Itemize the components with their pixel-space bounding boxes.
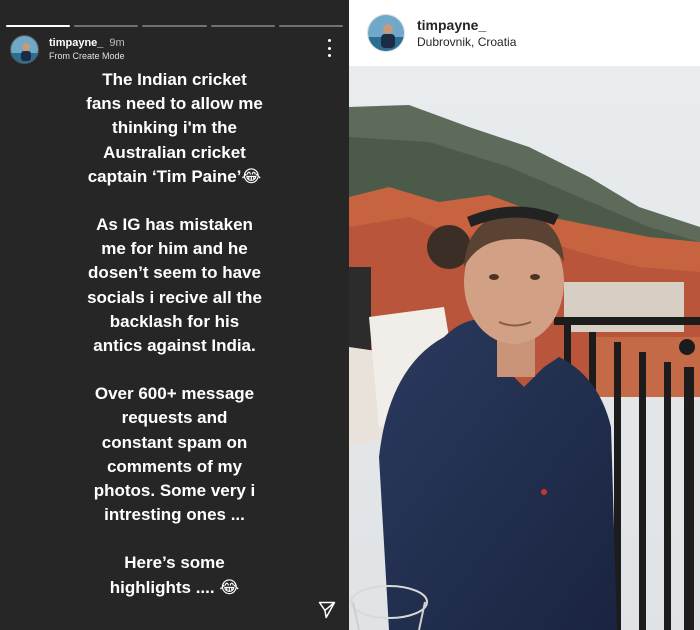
story-line: backlash for his	[109, 311, 240, 331]
send-icon[interactable]	[317, 600, 337, 620]
post-username[interactable]: timpayne_	[417, 17, 516, 34]
story-line: comments of my	[106, 456, 243, 476]
story-line: Australian cricket	[103, 142, 246, 162]
story-line: fans need to allow me	[86, 94, 263, 114]
story-line: intresting ones ...	[104, 505, 245, 525]
story-subtitle: From Create Mode	[49, 50, 125, 61]
story-line: socials i recive all the	[87, 287, 262, 307]
story-time: 9m	[109, 36, 125, 49]
story-line: antics against India.	[93, 336, 256, 356]
story-line: Here’s some	[124, 553, 225, 573]
story-line: constant spam on	[101, 432, 248, 452]
progress-segment	[278, 25, 344, 27]
story-header: timpayne_ 9m From Create Mode	[10, 34, 339, 64]
story-username[interactable]: timpayne_	[49, 37, 103, 49]
story-line: As IG has mistaken	[96, 215, 253, 235]
story-line: thinking i'm the	[112, 118, 237, 138]
avatar[interactable]	[367, 14, 405, 52]
story-panel[interactable]: timpayne_ 9m From Create Mode The Indian …	[0, 0, 349, 630]
story-text: The Indian cricket fans need to allow me…	[0, 68, 349, 600]
story-line: photos. Some very i	[93, 481, 256, 501]
story-line: dosen’t seem to have	[88, 263, 261, 283]
progress-segment	[142, 25, 207, 27]
screenshot-composite: timpayne_ 9m From Create Mode The Indian …	[0, 0, 700, 630]
post-panel: timpayne_ Dubrovnik, Croatia	[349, 0, 700, 630]
story-line: highlights .... 😂	[109, 577, 240, 597]
story-line: Over 600+ message	[94, 384, 255, 404]
story-line: me for him and he	[101, 239, 248, 259]
story-line: The Indian cricket	[102, 70, 247, 89]
more-vertical-icon[interactable]	[325, 39, 333, 57]
progress-segment	[210, 25, 275, 27]
progress-segment	[6, 25, 71, 27]
avatar[interactable]	[10, 34, 39, 64]
post-location[interactable]: Dubrovnik, Croatia	[417, 34, 516, 50]
post-header: timpayne_ Dubrovnik, Croatia	[349, 0, 700, 67]
progress-segment	[74, 25, 139, 27]
post-photo[interactable]	[349, 67, 700, 630]
story-progress-bar	[6, 25, 344, 27]
story-meta: timpayne_ 9m From Create Mode	[49, 37, 125, 62]
story-line: captain ‘Tim Paine’😂	[87, 166, 262, 186]
story-line: requests and	[121, 408, 228, 428]
